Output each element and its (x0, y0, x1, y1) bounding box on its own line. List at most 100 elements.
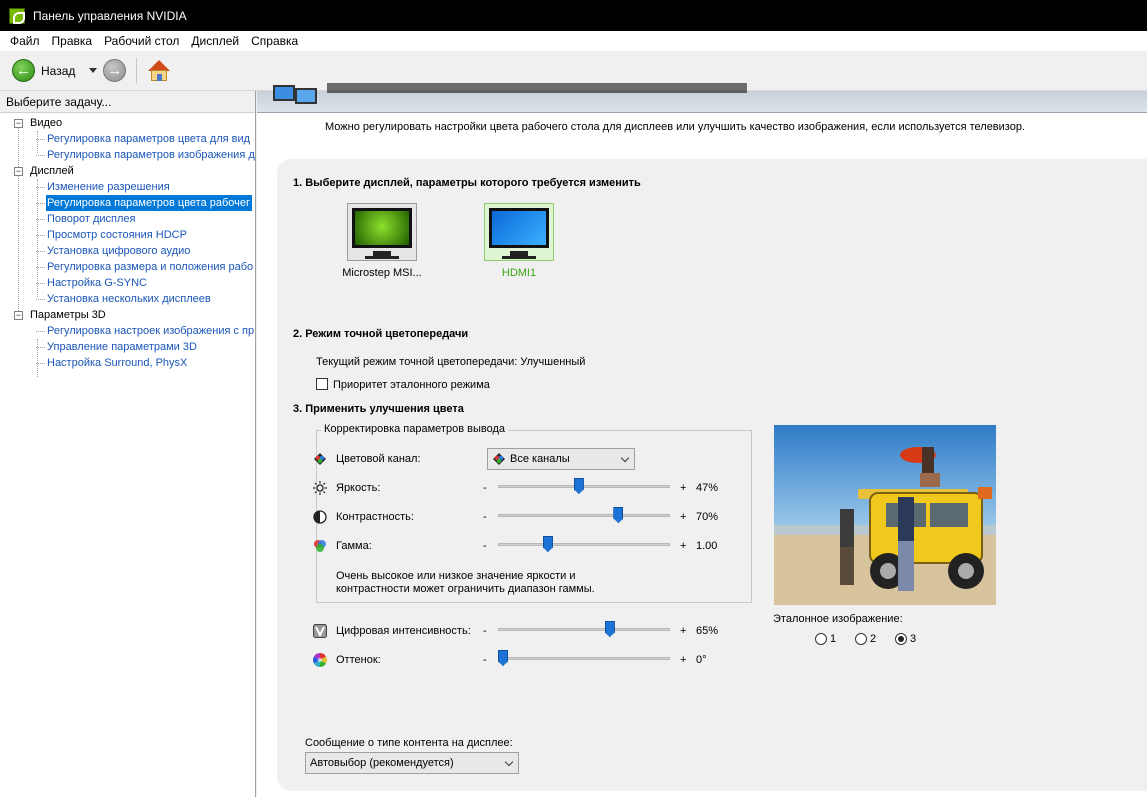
reference-radio-1-label: 1 (830, 633, 837, 645)
menu-edit[interactable]: Правка (46, 34, 99, 48)
gamma-icon (314, 540, 326, 552)
page-description: Можно регулировать настройки цвета рабоч… (325, 121, 1026, 133)
gamma-note-line-2: контрастности может ограничить диапазон … (336, 583, 595, 595)
hue-slider-thumb[interactable] (498, 650, 508, 666)
tree-item-selected[interactable]: Регулировка параметров цвета рабочег (0, 195, 255, 211)
digital-vibrance-icon (313, 624, 327, 638)
reference-radio-1[interactable] (815, 633, 827, 645)
current-color-mode: Текущий режим точной цветопередачи: Улуч… (316, 356, 586, 368)
chevron-down-icon (620, 453, 630, 463)
content-type-label: Сообщение о типе контента на дисплее: (305, 737, 513, 749)
color-channel-icon (314, 453, 326, 465)
brightness-plus: + (680, 482, 687, 494)
history-dropdown-icon[interactable] (89, 68, 98, 73)
vibrance-slider-thumb[interactable] (604, 621, 615, 637)
menu-display[interactable]: Дисплей (185, 34, 245, 48)
vibrance-plus: + (680, 625, 687, 637)
contrast-slider-track[interactable] (498, 514, 670, 517)
section-3-title: 3. Применить улучшения цвета (293, 403, 464, 415)
tree-item[interactable]: Установка цифрового аудио (0, 243, 255, 259)
monitor-icon (484, 203, 554, 261)
gamma-minus: - (483, 540, 487, 552)
tree-item[interactable]: Регулировка параметров изображения д (0, 147, 255, 163)
reference-priority-label: Приоритет эталонного режима (333, 379, 490, 391)
reference-radio-3[interactable] (895, 633, 907, 645)
color-channel-value: Все каналы (510, 453, 570, 465)
tree-category-display[interactable]: − Дисплей (0, 163, 255, 179)
reference-radio-2[interactable] (855, 633, 867, 645)
tree-item[interactable]: Настройка Surround, PhysX (0, 355, 255, 371)
brightness-icon (313, 481, 327, 495)
tree-item[interactable]: Изменение разрешения (0, 179, 255, 195)
gamma-slider-track[interactable] (498, 543, 670, 546)
gamma-note-line-1: Очень высокое или низкое значение яркост… (336, 570, 576, 582)
color-channel-select[interactable]: Все каналы (487, 448, 635, 470)
toolbar-separator (136, 57, 138, 84)
tree-item[interactable]: Установка нескольких дисплеев (0, 291, 255, 307)
hue-icon (313, 653, 327, 667)
display-color-icon (273, 85, 319, 107)
page-banner (257, 83, 1147, 113)
hue-slider-track[interactable] (498, 657, 670, 660)
contrast-plus: + (680, 511, 687, 523)
nvidia-app-icon (9, 7, 25, 24)
tree-item[interactable]: Регулировка настроек изображения с пр (0, 323, 255, 339)
content-type-select[interactable]: Автовыбор (рекомендуется) (305, 752, 519, 774)
sidebar-header: Выберите задачу... (0, 91, 255, 113)
collapse-icon[interactable]: − (14, 119, 23, 128)
content-type-value: Автовыбор (рекомендуется) (310, 757, 454, 769)
reference-image (774, 425, 996, 605)
menu-file[interactable]: Файл (4, 34, 46, 48)
hue-plus: + (680, 654, 687, 666)
contrast-icon (313, 510, 327, 524)
gamma-plus: + (680, 540, 687, 552)
contrast-minus: - (483, 511, 487, 523)
tree-category-3d[interactable]: − Параметры 3D (0, 307, 255, 323)
task-sidebar: Выберите задачу... − Видео Регулировка п… (0, 91, 256, 797)
forward-button[interactable]: → (103, 59, 127, 82)
task-tree: − Видео Регулировка параметров цвета для… (0, 113, 255, 377)
menu-desktop[interactable]: Рабочий стол (98, 34, 185, 48)
display-card-hdmi1[interactable]: HDMI1 (474, 203, 564, 279)
monitor-icon (347, 203, 417, 261)
color-channel-label: Цветовой канал: (336, 453, 421, 465)
settings-panel: 1. Выберите дисплей, параметры которого … (277, 159, 1147, 791)
display-name: Microstep MSI... (342, 267, 422, 279)
brightness-slider-track[interactable] (498, 485, 670, 488)
gamma-label: Гамма: (336, 540, 372, 552)
brightness-label: Яркость: (336, 482, 381, 494)
menu-help[interactable]: Справка (245, 34, 304, 48)
collapse-icon[interactable]: − (14, 167, 23, 176)
reference-image-label: Эталонное изображение: (773, 613, 903, 625)
tree-item[interactable]: Регулировка параметров цвета для вид (0, 131, 255, 147)
tree-item[interactable]: Управление параметрами 3D (0, 339, 255, 355)
vibrance-slider-track[interactable] (498, 628, 670, 631)
output-adjust-group-label: Корректировка параметров вывода (321, 423, 508, 435)
brightness-value: 47% (696, 482, 719, 494)
contrast-value: 70% (696, 511, 719, 523)
reference-radio-2-label: 2 (870, 633, 877, 645)
display-card-msi[interactable]: Microstep MSI... (337, 203, 427, 279)
digital-vibrance-label: Цифровая интенсивность: (336, 625, 471, 637)
tree-category-video[interactable]: − Видео (0, 115, 255, 131)
gamma-value: 1.00 (696, 540, 718, 552)
hue-label: Оттенок: (336, 654, 381, 666)
reference-priority-checkbox[interactable] (316, 378, 328, 390)
chevron-down-icon (504, 757, 514, 767)
tree-item[interactable]: Просмотр состояния HDCP (0, 227, 255, 243)
hue-minus: - (483, 654, 487, 666)
home-icon[interactable] (147, 59, 171, 83)
section-2-title: 2. Режим точной цветопередачи (293, 328, 469, 340)
brightness-minus: - (483, 482, 487, 494)
tree-item[interactable]: Поворот дисплея (0, 211, 255, 227)
collapse-icon[interactable]: − (14, 311, 23, 320)
tree-item[interactable]: Настройка G-SYNC (0, 275, 255, 291)
main-content: Можно регулировать настройки цвета рабоч… (257, 83, 1147, 797)
reference-radio-3-label: 3 (910, 633, 917, 645)
back-button[interactable]: ← Назад (12, 59, 75, 82)
menu-bar: Файл Правка Рабочий стол Дисплей Справка (0, 31, 1147, 51)
display-name: HDMI1 (501, 267, 537, 279)
tree-item[interactable]: Регулировка размера и положения рабо (0, 259, 255, 275)
back-button-label: Назад (41, 63, 76, 78)
window-title: Панель управления NVIDIA (33, 8, 187, 23)
